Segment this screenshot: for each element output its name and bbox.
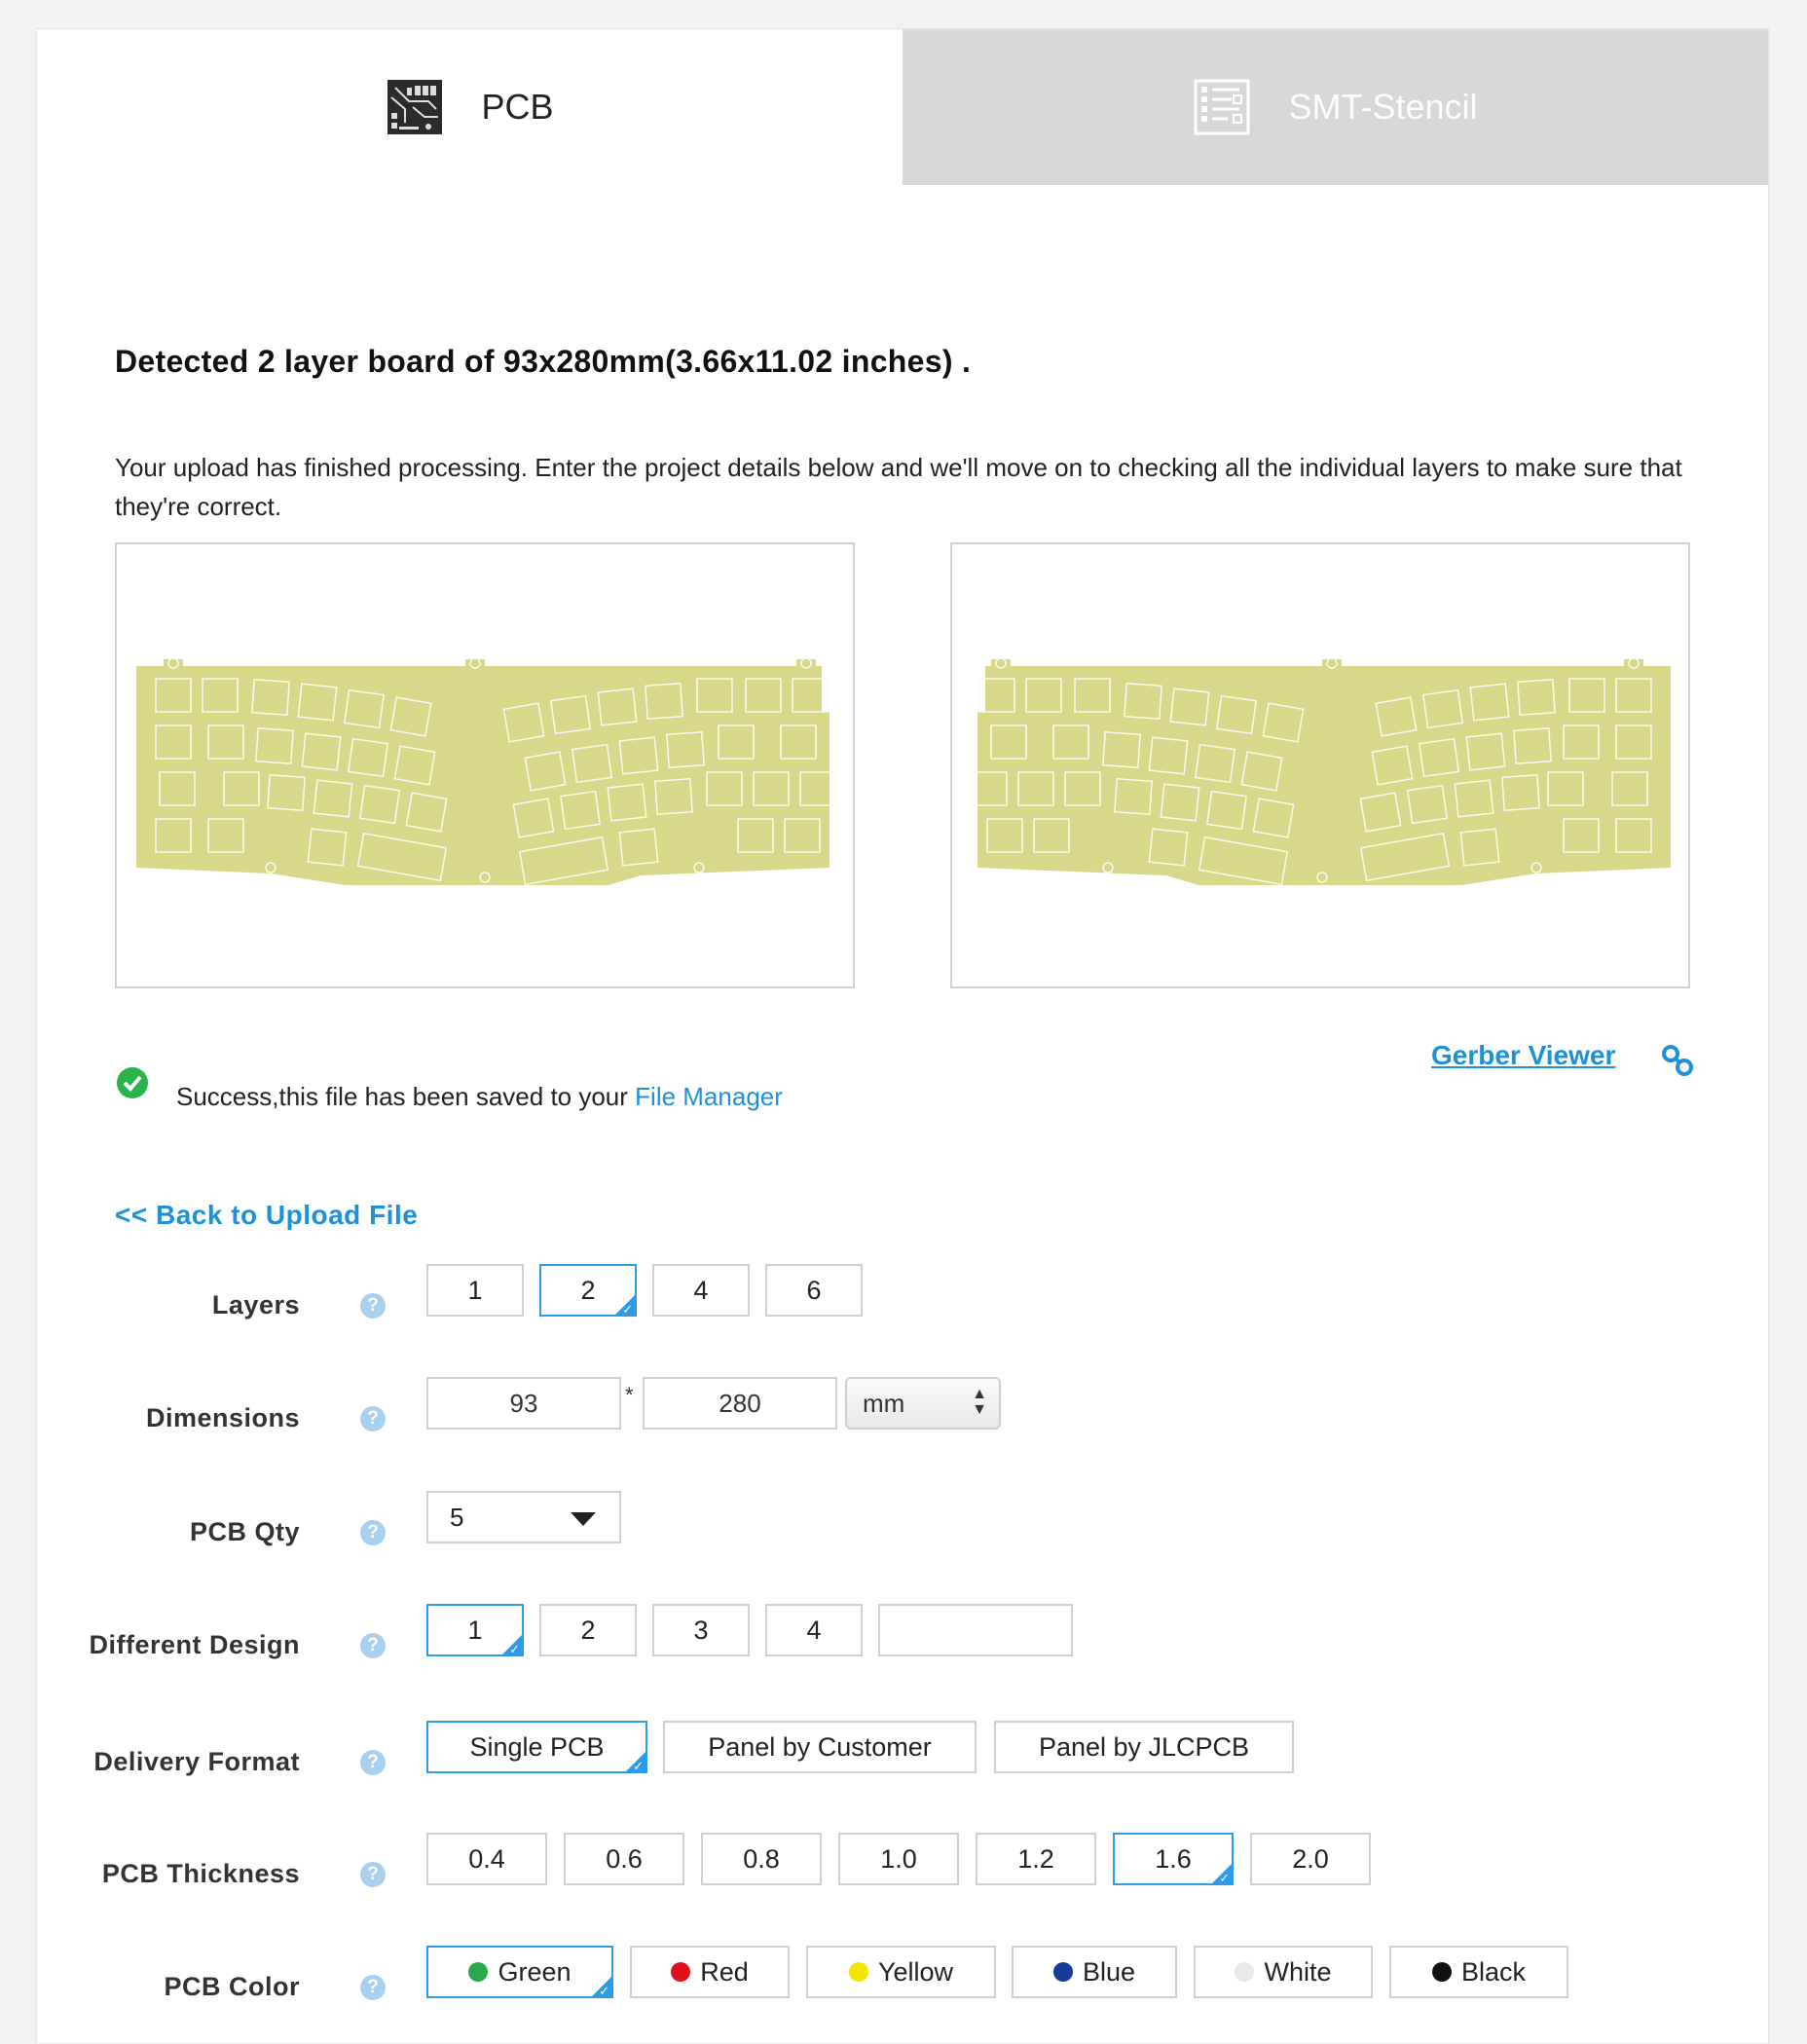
dimension-separator: * <box>625 1383 634 1407</box>
board-preview-bottom[interactable] <box>950 542 1690 988</box>
thickness-option-2-0[interactable]: 2.0 <box>1250 1833 1371 1885</box>
pcb-icon <box>387 80 443 134</box>
back-to-upload-link[interactable]: << Back to Upload File <box>115 1200 418 1231</box>
color-name: Blue <box>1082 1956 1136 1987</box>
link-icon[interactable] <box>1661 1044 1694 1077</box>
dimensions-label: Dimensions <box>145 1403 300 1432</box>
board-preview-top[interactable] <box>115 542 855 988</box>
design-option-4[interactable]: 4 <box>765 1604 863 1656</box>
board-outline-bottom <box>971 657 1671 885</box>
color-option-yellow[interactable]: Yellow <box>806 1946 996 1998</box>
detected-board-heading: Detected 2 layer board of 93x280mm(3.66x… <box>115 344 972 379</box>
color-name: Yellow <box>877 1956 954 1987</box>
dimensions-help-icon[interactable]: ? <box>360 1406 386 1431</box>
design-option-3[interactable]: 3 <box>652 1604 750 1656</box>
red-swatch-icon <box>671 1962 691 1982</box>
unit-value: mm <box>863 1388 905 1418</box>
delivery-help-icon[interactable]: ? <box>360 1750 386 1775</box>
stencil-icon <box>1194 79 1250 135</box>
tab-pcb-label: PCB <box>481 87 554 127</box>
tab-smt-label: SMT-Stencil <box>1288 87 1478 127</box>
success-message: Success,this file has been saved to your… <box>176 1082 783 1112</box>
check-circle-icon <box>117 1067 148 1098</box>
layers-help-icon[interactable]: ? <box>360 1293 386 1319</box>
thickness-option-1-2[interactable]: 1.2 <box>976 1833 1096 1885</box>
height-input[interactable]: 280 <box>643 1377 837 1430</box>
chevron-down-icon <box>571 1512 596 1526</box>
unit-select[interactable]: mm ▲ ▼ <box>845 1377 1001 1430</box>
design-option-1[interactable]: 1 <box>426 1604 524 1657</box>
color-option-red[interactable]: Red <box>630 1946 790 1998</box>
color-option-black[interactable]: Black <box>1389 1946 1568 1998</box>
blue-swatch-icon <box>1052 1962 1073 1982</box>
qty-label: PCB Qty <box>189 1517 300 1546</box>
thickness-option-1-0[interactable]: 1.0 <box>838 1833 959 1885</box>
layers-option-6[interactable]: 6 <box>765 1264 863 1317</box>
color-option-blue[interactable]: Blue <box>1012 1946 1177 1998</box>
delivery-label: Delivery Format <box>93 1747 300 1776</box>
color-option-green[interactable]: Green <box>426 1946 613 1999</box>
gerber-viewer-link[interactable]: Gerber Viewer <box>1431 1040 1615 1071</box>
intro-text: Your upload has finished processing. Ent… <box>115 453 1682 521</box>
black-swatch-icon <box>1431 1962 1452 1982</box>
delivery-option-single-pcb[interactable]: Single PCB <box>426 1721 647 1774</box>
green-swatch-icon <box>468 1962 489 1982</box>
width-input[interactable]: 93 <box>426 1377 621 1430</box>
color-name: Green <box>498 1956 572 1987</box>
tab-pcb[interactable]: PCB <box>37 29 903 185</box>
thickness-option-0-6[interactable]: 0.6 <box>564 1833 684 1885</box>
thickness-option-0-8[interactable]: 0.8 <box>701 1833 822 1885</box>
tab-bar: PCB SMT-Stencil <box>37 29 1768 185</box>
delivery-option-panel-by-customer[interactable]: Panel by Customer <box>663 1721 977 1773</box>
color-label: PCB Color <box>164 1972 300 2001</box>
thickness-option-0-4[interactable]: 0.4 <box>426 1833 547 1885</box>
layers-option-1[interactable]: 1 <box>426 1264 524 1317</box>
pcb-order-panel: PCB SMT-Stencil Detected 2 layer board o… <box>36 28 1769 2044</box>
tab-smt-stencil[interactable]: SMT-Stencil <box>903 29 1768 185</box>
thickness-help-icon[interactable]: ? <box>360 1862 386 1887</box>
color-name: Black <box>1460 1956 1527 1987</box>
layers-option-4[interactable]: 4 <box>652 1264 750 1317</box>
layers-label: Layers <box>211 1290 300 1319</box>
delivery-option-panel-by-jlcpcb[interactable]: Panel by JLCPCB <box>994 1721 1294 1773</box>
design-option-2[interactable]: 2 <box>539 1604 637 1656</box>
updown-arrows-icon: ▲ ▼ <box>972 1386 987 1418</box>
thickness-option-1-6[interactable]: 1.6 <box>1113 1833 1234 1886</box>
qty-value: 5 <box>450 1502 464 1532</box>
qty-help-icon[interactable]: ? <box>360 1520 386 1545</box>
design-label: Different Design <box>89 1630 300 1659</box>
color-option-white[interactable]: White <box>1194 1946 1373 1998</box>
qty-select[interactable]: 5 <box>426 1491 621 1543</box>
color-name: White <box>1264 1956 1332 1987</box>
thickness-label: PCB Thickness <box>101 1859 300 1888</box>
success-text: Success,this file has been saved to your <box>176 1082 636 1111</box>
design-custom-input[interactable] <box>878 1604 1073 1656</box>
yellow-swatch-icon <box>848 1962 868 1982</box>
color-help-icon[interactable]: ? <box>360 1975 386 2000</box>
board-outline-top <box>136 657 836 885</box>
white-swatch-icon <box>1235 1962 1255 1982</box>
file-manager-link[interactable]: File Manager <box>635 1082 783 1111</box>
color-name: Red <box>700 1956 749 1987</box>
layers-option-2[interactable]: 2 <box>539 1264 637 1318</box>
design-help-icon[interactable]: ? <box>360 1633 386 1658</box>
